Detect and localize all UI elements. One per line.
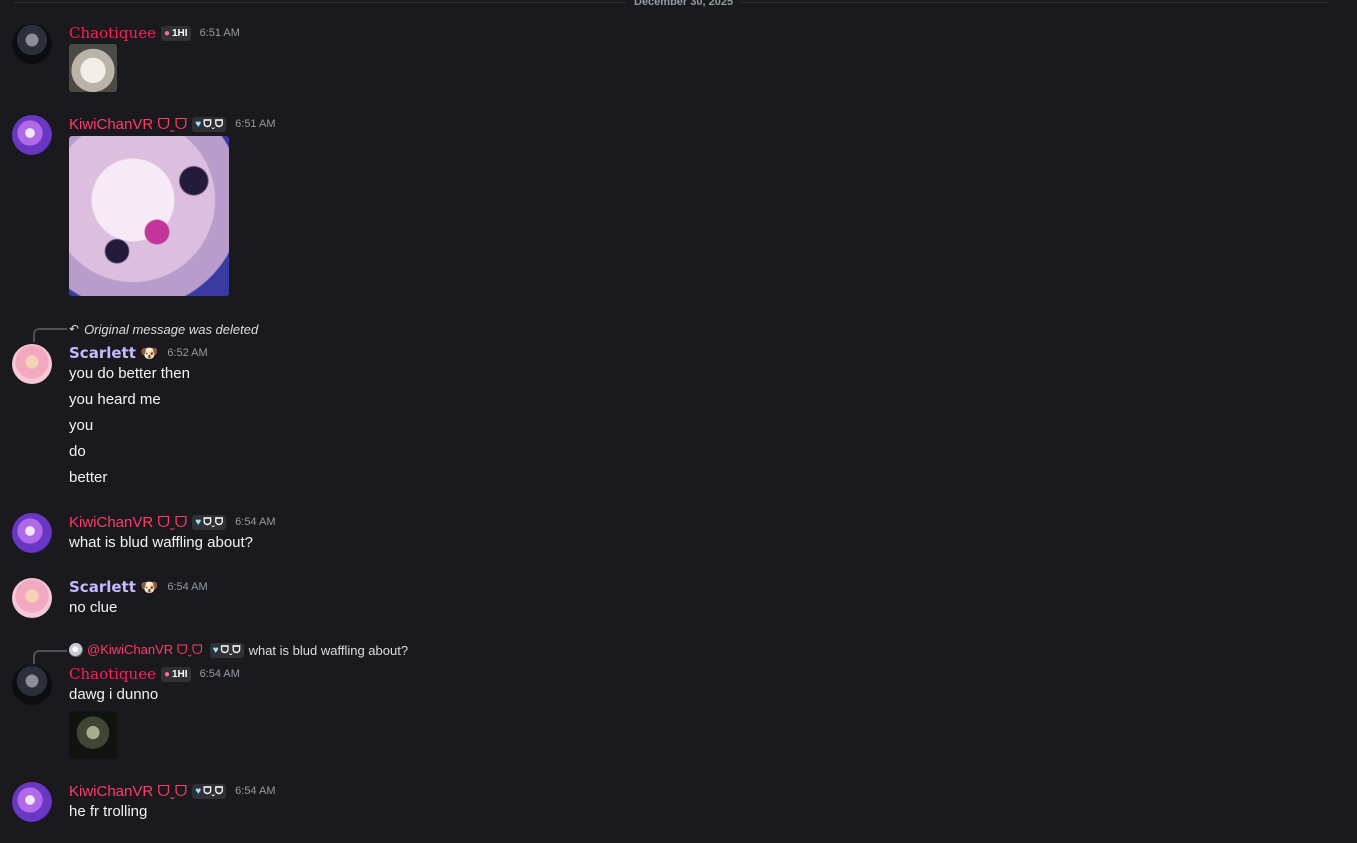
- skull-icon: ●: [163, 27, 170, 39]
- message-line: no clue: [69, 599, 118, 616]
- author-name[interactable]: Scarlett: [69, 578, 136, 596]
- server-tag: ♥ ᗜˬᗜ: [209, 642, 244, 658]
- server-tag[interactable]: ♥ ᗜˬᗜ: [192, 783, 227, 799]
- message-line: what is blud waffling about?: [69, 534, 254, 551]
- avatar[interactable]: [12, 782, 52, 822]
- timestamp: 6:54 AM: [235, 785, 276, 797]
- server-tag[interactable]: ● 1HI: [160, 666, 191, 682]
- heart-icon: ♥: [195, 118, 202, 130]
- date-divider-label: December 30, 2025: [626, 0, 742, 8]
- message-line: you do better then: [69, 365, 190, 382]
- server-tag[interactable]: ♥ ᗜˬᗜ: [192, 116, 227, 132]
- message-line: dawg i dunno: [69, 686, 159, 703]
- author-name[interactable]: KiwiChanVR ᗜˬᗜ: [69, 514, 187, 531]
- message-line: he fr trolling: [69, 803, 148, 820]
- message-line: do: [69, 443, 86, 460]
- reply-deleted-text: Original message was deleted: [84, 321, 259, 337]
- ghost-photo-image[interactable]: [69, 711, 117, 759]
- avatar[interactable]: [12, 578, 52, 618]
- heart-icon: ♥: [212, 644, 219, 656]
- server-tag[interactable]: ● 1HI: [160, 25, 191, 41]
- skull-icon: ●: [163, 668, 170, 680]
- dog-face-icon: 🐶: [140, 344, 159, 361]
- message-line: better: [69, 469, 108, 486]
- avatar[interactable]: [12, 344, 52, 384]
- author-name[interactable]: Chaotiquee: [69, 24, 156, 42]
- timestamp: 6:51 AM: [199, 27, 240, 39]
- server-tag[interactable]: ♥ ᗜˬᗜ: [192, 514, 227, 530]
- reply-author[interactable]: @KiwiChanVR ᗜˬᗜ: [87, 642, 203, 658]
- reply-preview[interactable]: ↶ Original message was deleted: [69, 321, 258, 337]
- message-line: you heard me: [69, 391, 161, 408]
- timestamp: 6:51 AM: [235, 118, 276, 130]
- timestamp: 6:52 AM: [167, 347, 208, 359]
- avatar[interactable]: [12, 665, 52, 705]
- message-line: you: [69, 417, 94, 434]
- reply-spine: [33, 650, 67, 664]
- avatar[interactable]: [12, 513, 52, 553]
- author-name[interactable]: Chaotiquee: [69, 665, 156, 683]
- reply-arrow-icon: ↶: [69, 322, 80, 336]
- author-name[interactable]: Scarlett: [69, 344, 136, 362]
- heart-icon: ♥: [195, 516, 202, 528]
- dog-face-icon: 🐶: [140, 578, 159, 595]
- author-name[interactable]: KiwiChanVR ᗜˬᗜ: [69, 783, 187, 800]
- author-name[interactable]: KiwiChanVR ᗜˬᗜ: [69, 116, 187, 133]
- avatar[interactable]: [12, 115, 52, 155]
- character-art-image[interactable]: [69, 136, 229, 296]
- reply-avatar: [69, 643, 83, 657]
- timestamp: 6:54 AM: [199, 668, 240, 680]
- dog-photo-image[interactable]: [69, 44, 117, 92]
- avatar[interactable]: [12, 24, 52, 64]
- reply-spine: [33, 328, 67, 342]
- reply-preview[interactable]: @KiwiChanVR ᗜˬᗜ ♥ ᗜˬᗜ what is blud waffli…: [69, 642, 408, 658]
- timestamp: 6:54 AM: [235, 516, 276, 528]
- timestamp: 6:54 AM: [167, 581, 208, 593]
- reply-snippet: what is blud waffling about?: [248, 642, 409, 658]
- date-divider: December 30, 2025: [14, 0, 1329, 8]
- heart-icon: ♥: [195, 785, 202, 797]
